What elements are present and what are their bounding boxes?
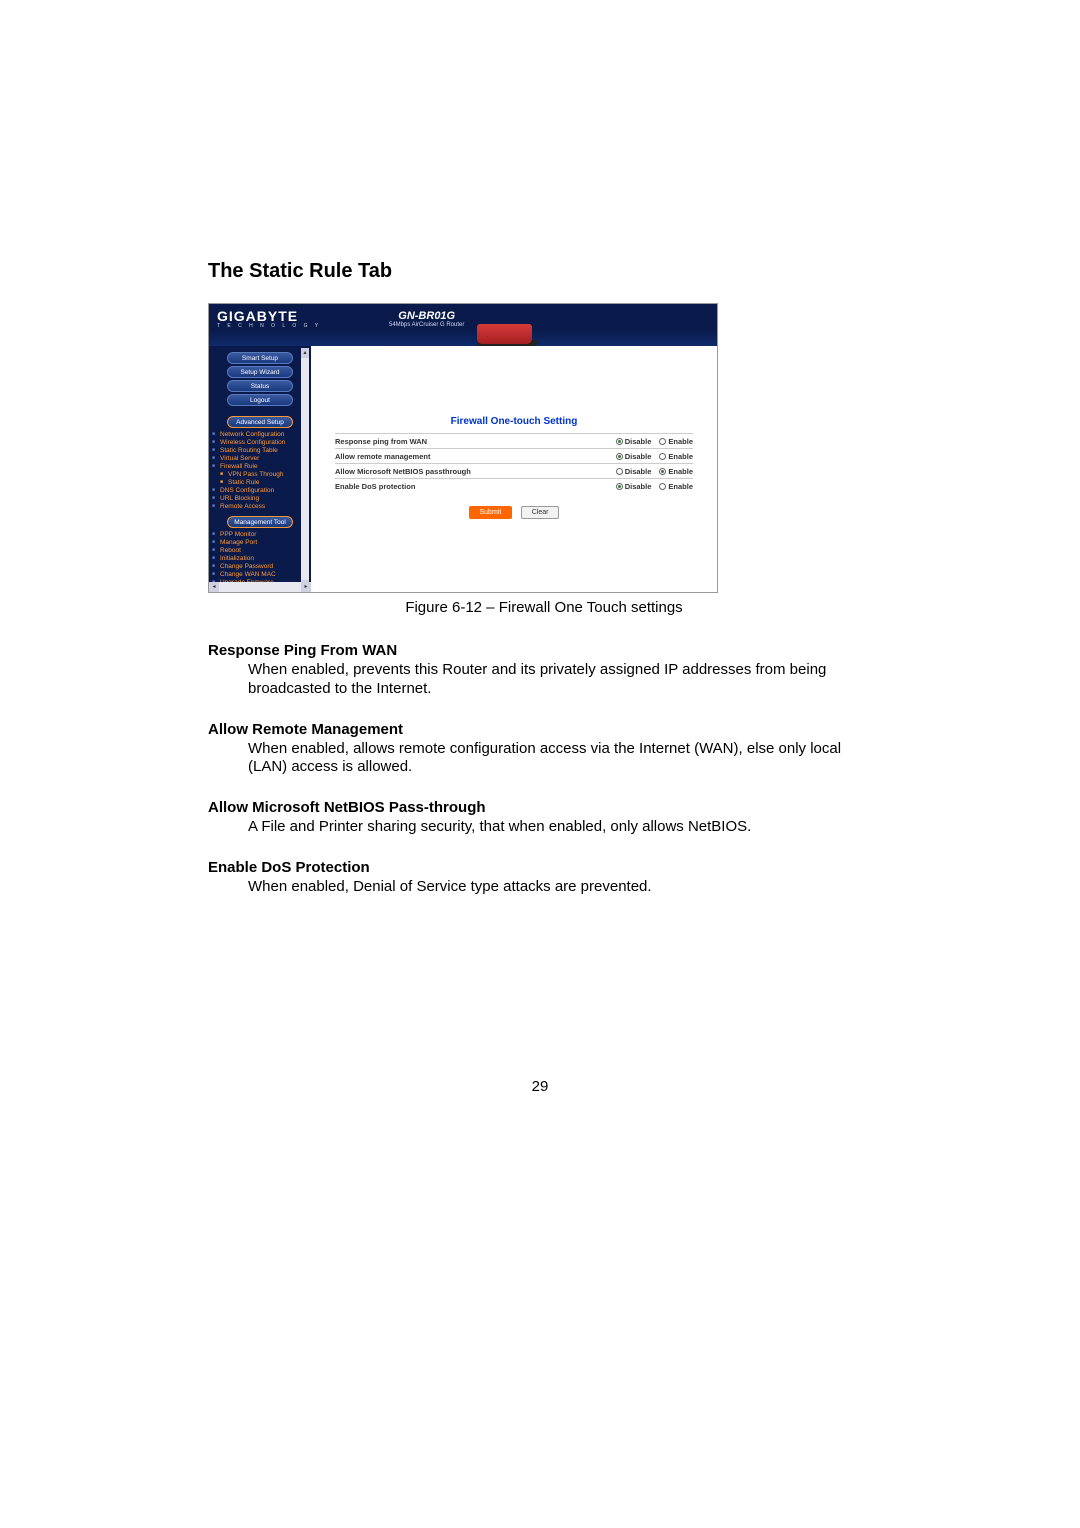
- setting-row-response-ping: Response ping from WAN Disable Enable: [335, 433, 693, 448]
- sidebar-item-url-blocking[interactable]: URL Blocking: [212, 494, 308, 502]
- setting-row-remote-mgmt: Allow remote management Disable Enable: [335, 448, 693, 463]
- radio-enable[interactable]: Enable: [659, 452, 693, 461]
- brand-logo: GIGABYTE: [217, 308, 339, 324]
- definition-title: Response Ping From WAN: [208, 642, 880, 659]
- radio-disable[interactable]: Disable: [616, 437, 652, 446]
- sidebar-item-change-password[interactable]: Change Password: [212, 562, 308, 570]
- sidebar-item-manage-port[interactable]: Manage Port: [212, 538, 308, 546]
- setting-row-dos: Enable DoS protection Disable Enable: [335, 478, 693, 493]
- radio-label: Enable: [668, 437, 693, 446]
- radio-enable[interactable]: Enable: [659, 437, 693, 446]
- brand-logo-subtitle: T E C H N O L O G Y: [217, 323, 339, 329]
- sidebar-item-network-config[interactable]: Network Configuration: [212, 430, 308, 438]
- clear-button[interactable]: Clear: [521, 506, 560, 519]
- main-content: Firewall One-touch Setting Response ping…: [311, 346, 717, 592]
- sidebar-item-ppp-monitor[interactable]: PPP Monitor: [212, 530, 308, 538]
- radio-dot-icon: [616, 468, 623, 475]
- definition-body: A File and Printer sharing security, tha…: [208, 818, 880, 837]
- definition-body: When enabled, Denial of Service type att…: [208, 878, 880, 897]
- radio-disable[interactable]: Disable: [616, 452, 652, 461]
- advanced-setup-button[interactable]: Advanced Setup: [227, 416, 293, 428]
- radio-label: Disable: [625, 482, 652, 491]
- radio-disable[interactable]: Disable: [616, 467, 652, 476]
- definition-body: When enabled, prevents this Router and i…: [208, 661, 880, 699]
- radio-label: Disable: [625, 467, 652, 476]
- scroll-left-icon[interactable]: ◂: [209, 582, 219, 592]
- main-panel-title: Firewall One-touch Setting: [311, 416, 717, 427]
- definition-title: Enable DoS Protection: [208, 859, 880, 876]
- sidebar-item-reboot[interactable]: Reboot: [212, 546, 308, 554]
- scroll-right-icon[interactable]: ▸: [301, 582, 311, 592]
- definition-title: Allow Remote Management: [208, 721, 880, 738]
- scroll-up-icon[interactable]: ▴: [301, 348, 309, 358]
- definition-dos: Enable DoS Protection When enabled, Deni…: [208, 859, 880, 897]
- setting-label: Allow Microsoft NetBIOS passthrough: [335, 467, 616, 476]
- setup-wizard-button[interactable]: Setup Wizard: [227, 366, 293, 378]
- sidebar-item-initialization[interactable]: Initialization: [212, 554, 308, 562]
- status-button[interactable]: Status: [227, 380, 293, 392]
- sidebar-item-change-wan-mac[interactable]: Change WAN MAC: [212, 570, 308, 578]
- horizontal-scrollbar[interactable]: ◂ ▸: [209, 582, 311, 592]
- sidebar-item-wireless-config[interactable]: Wireless Configuration: [212, 438, 308, 446]
- definition-remote-mgmt: Allow Remote Management When enabled, al…: [208, 721, 880, 778]
- definition-response-ping: Response Ping From WAN When enabled, pre…: [208, 642, 880, 699]
- sidebar-item-remote-access[interactable]: Remote Access: [212, 502, 308, 510]
- setting-row-netbios: Allow Microsoft NetBIOS passthrough Disa…: [335, 463, 693, 478]
- setting-label: Enable DoS protection: [335, 482, 616, 491]
- sidebar-subitem-vpn-passthrough[interactable]: VPN Pass Through: [212, 470, 308, 478]
- radio-label: Enable: [668, 467, 693, 476]
- sidebar-item-virtual-server[interactable]: Virtual Server: [212, 454, 308, 462]
- logout-button[interactable]: Logout: [227, 394, 293, 406]
- submit-button[interactable]: Submit: [469, 506, 513, 519]
- radio-label: Disable: [625, 452, 652, 461]
- figure-caption: Figure 6-12 – Firewall One Touch setting…: [208, 599, 880, 616]
- radio-dot-icon: [659, 468, 666, 475]
- radio-dot-icon: [616, 438, 623, 445]
- sidebar-item-dns-config[interactable]: DNS Configuration: [212, 486, 308, 494]
- page-number: 29: [0, 1078, 1080, 1095]
- radio-dot-icon: [616, 483, 623, 490]
- definition-title: Allow Microsoft NetBIOS Pass-through: [208, 799, 880, 816]
- radio-enable[interactable]: Enable: [659, 467, 693, 476]
- sidebar-item-firewall-rule[interactable]: Firewall Rule: [212, 462, 308, 470]
- page-title: The Static Rule Tab: [208, 260, 880, 283]
- sidebar-item-static-routing[interactable]: Static Routing Table: [212, 446, 308, 454]
- router-admin-screenshot: GIGABYTE T E C H N O L O G Y GN-BR01G 54…: [208, 303, 718, 593]
- definition-body: When enabled, allows remote configuratio…: [208, 740, 880, 778]
- screenshot-header: GIGABYTE T E C H N O L O G Y GN-BR01G 54…: [209, 304, 717, 346]
- setting-label: Response ping from WAN: [335, 437, 616, 446]
- radio-dot-icon: [659, 453, 666, 460]
- sidebar-subitem-static-rule[interactable]: Static Rule: [212, 478, 308, 486]
- radio-dot-icon: [659, 438, 666, 445]
- radio-label: Enable: [668, 452, 693, 461]
- definition-netbios: Allow Microsoft NetBIOS Pass-through A F…: [208, 799, 880, 837]
- management-tool-button[interactable]: Management Tool: [227, 516, 293, 528]
- sidebar-nav: ▴ ▾ Smart Setup Setup Wizard Status Logo…: [209, 346, 311, 592]
- radio-dot-icon: [616, 453, 623, 460]
- radio-label: Disable: [625, 437, 652, 446]
- radio-dot-icon: [659, 483, 666, 490]
- product-description: 54Mbps AirCruiser G Router: [389, 322, 464, 328]
- smart-setup-button[interactable]: Smart Setup: [227, 352, 293, 364]
- radio-label: Enable: [668, 482, 693, 491]
- radio-enable[interactable]: Enable: [659, 482, 693, 491]
- router-image: [477, 312, 537, 344]
- radio-disable[interactable]: Disable: [616, 482, 652, 491]
- setting-label: Allow remote management: [335, 452, 616, 461]
- product-model: GN-BR01G: [389, 310, 464, 322]
